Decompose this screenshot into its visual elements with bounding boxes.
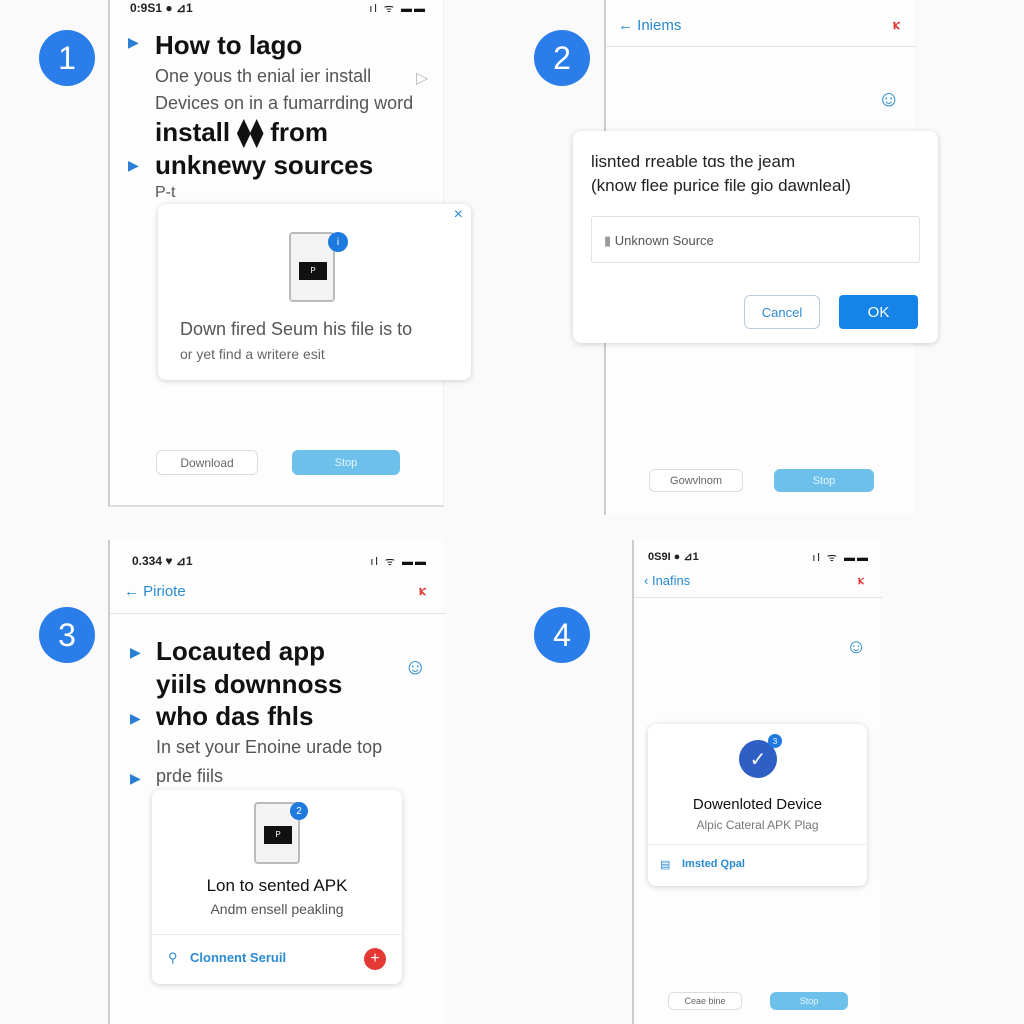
body-line: One yous th enial ier install bbox=[155, 66, 372, 86]
divider bbox=[110, 613, 446, 614]
card-link[interactable]: Imsted Qpal bbox=[682, 858, 745, 870]
heading-line: yiils downnoss bbox=[156, 669, 343, 699]
file-icon: ▤ bbox=[660, 859, 671, 871]
body-line: Devices on in a fumarrding word bbox=[155, 93, 414, 113]
cursor-icon: ▷ bbox=[416, 70, 429, 87]
back-nav[interactable]: ← Piriote bbox=[124, 583, 186, 600]
divider bbox=[152, 934, 402, 935]
bullet-icon: ▶ bbox=[128, 157, 139, 173]
body-line: prde fiils bbox=[156, 766, 224, 786]
status-time: 0.334 ♥ ⊿1 bbox=[132, 554, 193, 568]
back-arrow-icon: ‹ bbox=[644, 573, 652, 588]
stop-button[interactable]: Stop bbox=[770, 992, 848, 1010]
back-arrow-icon: ← bbox=[124, 583, 144, 600]
nav-title: Inafins bbox=[651, 573, 691, 588]
heading-line: who das fhls bbox=[156, 701, 314, 731]
bullet-icon: ▶ bbox=[130, 770, 141, 786]
heading-line: unknewy sources bbox=[155, 150, 374, 180]
count-badge: 3 bbox=[768, 734, 782, 748]
divider bbox=[634, 597, 882, 598]
back-nav[interactable]: ← Iniems bbox=[618, 17, 681, 34]
step-number-4: 4 bbox=[534, 607, 590, 663]
bullet-icon: ▶ bbox=[130, 644, 141, 660]
location-icon: ⚲ bbox=[168, 950, 178, 965]
card-title: Lon to sented APK bbox=[206, 876, 348, 895]
download-complete-card: ✓ 3 Dowenloted Device Alpic Cateral APK … bbox=[648, 724, 867, 886]
apk-card: P 2 Lon to sented APK Andm ensell peakli… bbox=[152, 790, 402, 984]
heading-line: Locauted app bbox=[156, 636, 326, 666]
ok-button[interactable]: OK bbox=[839, 295, 918, 329]
unknown-source-field[interactable]: ▮ Unknown Source bbox=[591, 216, 920, 263]
bullet-icon: ▶ bbox=[128, 34, 139, 50]
field-value: Unknown Source bbox=[614, 233, 714, 248]
doc-label: P bbox=[264, 826, 292, 844]
user-icon[interactable]: ☺ bbox=[878, 86, 900, 112]
card-subtitle: Alpic Cateral APK Plag bbox=[696, 818, 819, 832]
folder-icon: ▮ bbox=[604, 233, 615, 248]
nav-title: Piriote bbox=[143, 583, 186, 600]
call-icon[interactable]: ⲕ bbox=[419, 582, 426, 599]
divider bbox=[606, 46, 916, 47]
cancel-button[interactable]: Cancel bbox=[744, 295, 820, 329]
dialog-text: lisnted rreable tɑs the jeam bbox=[591, 152, 796, 171]
card-subtitle: Andm ensell peakling bbox=[210, 901, 344, 917]
add-button[interactable]: + bbox=[364, 948, 386, 970]
body-line: In set your Enoine urade top bbox=[156, 737, 383, 757]
unknown-source-dialog: lisnted rreable tɑs the jeam (know flee … bbox=[573, 131, 938, 343]
doc-label: P bbox=[299, 262, 327, 280]
status-icons: ıl ᯤ ▬▬ bbox=[812, 552, 870, 564]
card-title: Dowenloted Device bbox=[692, 796, 823, 813]
phone-screen-4: 0S9I ● ⊿1 ıl ᯤ ▬▬ ‹ Inafins ⲕ ☺ ✓ 3 Dowe… bbox=[632, 540, 882, 1024]
user-icon[interactable]: ☺ bbox=[846, 636, 866, 659]
stop-button[interactable]: Stop bbox=[292, 450, 400, 475]
close-icon[interactable]: × bbox=[454, 206, 463, 224]
phone-screen-3: 0.334 ♥ ⊿1 ıl ᯤ ▬▬ ← Piriote ⲕ ▶ Locaute… bbox=[108, 540, 446, 1024]
user-icon[interactable]: ☺ bbox=[404, 654, 426, 680]
back-nav[interactable]: ‹ Inafins bbox=[644, 573, 690, 588]
heading-line: install ⧫⧫ from bbox=[155, 117, 329, 147]
status-time: 0:9S1 ● ⊿1 bbox=[130, 1, 193, 15]
card-text: Down fired Seum his file is to bbox=[180, 319, 413, 339]
stop-button[interactable]: Stop bbox=[774, 469, 874, 492]
nav-title: Iniems bbox=[637, 17, 682, 34]
download-button[interactable]: Gowvlnom bbox=[649, 469, 743, 492]
divider bbox=[648, 844, 867, 845]
status-icons: ıl ᯤ ▬▬ bbox=[370, 556, 428, 568]
call-icon[interactable]: ⲕ bbox=[858, 572, 864, 588]
bullet-icon: ▶ bbox=[130, 710, 141, 726]
status-icons: ıl ᯤ ▬▬ bbox=[369, 3, 427, 15]
step-number-3: 3 bbox=[39, 607, 95, 663]
step-number-2: 2 bbox=[534, 30, 590, 86]
status-time: 0S9I ● ⊿1 bbox=[648, 551, 699, 563]
count-badge: 2 bbox=[290, 802, 308, 820]
file-card: × P i Down fired Seum his file is to or … bbox=[158, 204, 471, 380]
card-link[interactable]: Clonnent Seruil bbox=[190, 950, 286, 965]
dialog-text: (know flee purice file gio dawnleal) bbox=[591, 176, 851, 195]
info-badge: i bbox=[328, 232, 348, 252]
text-fragment: P-t bbox=[155, 184, 176, 201]
download-button[interactable]: Download bbox=[156, 450, 258, 475]
step-number-1: 1 bbox=[39, 30, 95, 86]
secondary-button[interactable]: Ceae bine bbox=[668, 992, 742, 1010]
back-arrow-icon: ← bbox=[618, 17, 638, 34]
phone-screen-1: 0:9S1 ● ⊿1 ıl ᯤ ▬▬ ▶ How to lago One you… bbox=[108, 0, 471, 507]
heading-line: How to lago bbox=[155, 30, 303, 60]
card-subtext: or yet find a writere esit bbox=[180, 346, 325, 362]
call-icon[interactable]: ⲕ bbox=[893, 16, 900, 33]
